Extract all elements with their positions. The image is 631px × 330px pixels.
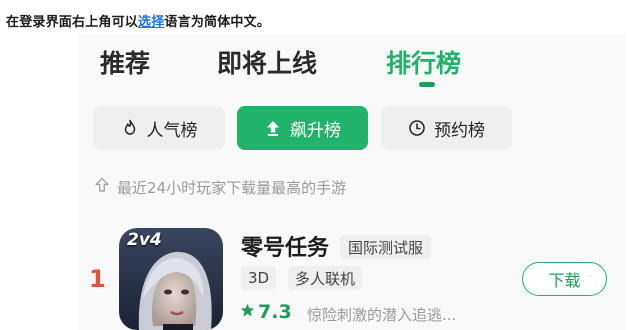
game-title[interactable]: 零号任务: [241, 230, 329, 262]
download-button[interactable]: 下载: [522, 262, 607, 296]
chip-reservation-label: 预约榜: [434, 120, 485, 141]
tab-recommend[interactable]: 推荐: [100, 44, 150, 80]
game-rating: 7.3: [240, 301, 292, 323]
active-tab-indicator: [419, 82, 435, 87]
star-icon: [240, 301, 255, 323]
rank-number: 1: [89, 265, 106, 293]
chip-rising[interactable]: 飙升榜: [237, 106, 368, 150]
tab-coming-soon[interactable]: 即将上线: [217, 44, 317, 80]
instruction-note: 在登录界面右上角可以选择语言为简体中文。: [6, 11, 270, 30]
arrow-up-outline-icon: [93, 176, 111, 198]
tag-3d: 3D: [241, 266, 277, 290]
select-link[interactable]: 选择: [138, 15, 164, 30]
chip-popular[interactable]: 人气榜: [93, 106, 225, 150]
clock-icon: [408, 119, 426, 137]
ranking-hint: 最近24小时玩家下载量最高的手游: [93, 176, 346, 198]
game-description: 惊险刺激的潜入追逃...: [307, 306, 457, 324]
ranking-hint-text: 最近24小时玩家下载量最高的手游: [117, 178, 347, 197]
chip-popular-label: 人气榜: [146, 120, 198, 141]
note-text-before: 在登录界面右上角可以: [6, 15, 139, 30]
tab-rankings[interactable]: 排行榜: [386, 44, 461, 80]
rating-value: 7.3: [258, 301, 292, 323]
flame-icon: [121, 119, 139, 137]
tag-multiplayer: 多人联机: [288, 266, 363, 290]
server-badge: 国际测试服: [340, 235, 432, 259]
game-icon[interactable]: [119, 228, 223, 330]
chip-reservation[interactable]: 预约榜: [381, 106, 512, 150]
arrow-up-icon: [264, 119, 282, 137]
chip-rising-label: 飙升榜: [290, 120, 341, 141]
note-text-after: 语言为简体中文。: [164, 15, 271, 30]
